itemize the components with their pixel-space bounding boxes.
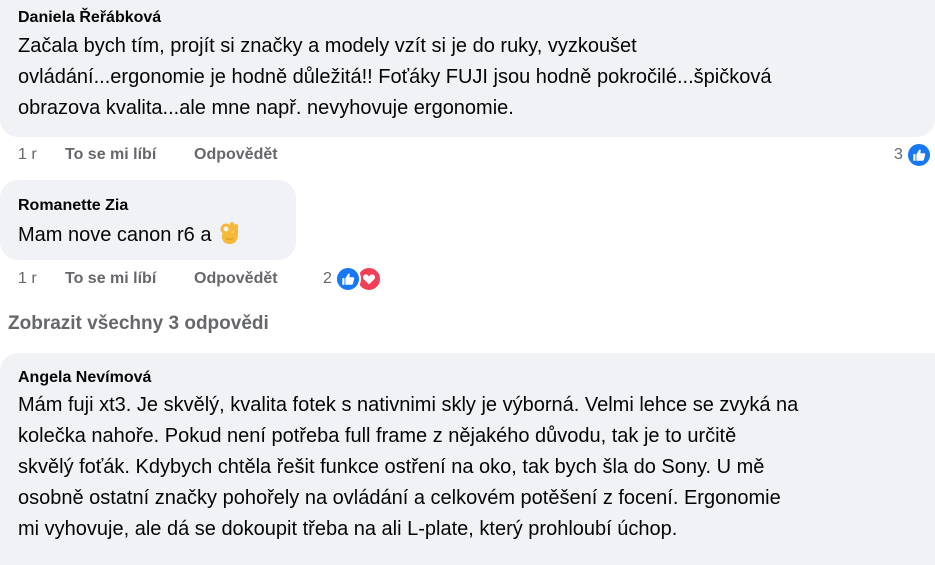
reaction-count: 3 <box>894 146 903 163</box>
comment-author[interactable]: Angela Nevímová <box>18 368 935 388</box>
like-icon <box>334 266 361 292</box>
like-icon <box>905 142 932 168</box>
comment-author[interactable]: Romanette Zia <box>18 196 296 216</box>
like-button[interactable]: To se mi líbí <box>65 268 156 290</box>
comment-timestamp[interactable]: 1 r <box>18 268 37 290</box>
comment-text-line: skvělý foťák. Kdybych chtěla řešit funkc… <box>18 456 765 478</box>
comment-bubble: Angela Nevímová Mám fuji xt3. Je skvělý,… <box>0 353 935 565</box>
reply-button[interactable]: Odpovědět <box>194 144 278 166</box>
reaction-summary[interactable]: 2 <box>323 265 382 293</box>
ok-hand-emoji <box>217 220 241 246</box>
comment-text-line: Mam nove canon r6 a <box>18 224 212 246</box>
comment-text-line: Mám fuji xt3. Je skvělý, kvalita fotek s… <box>18 394 799 416</box>
comment-actions: 1 r To se mi líbí Odpovědět <box>18 268 338 290</box>
comment-bubble: Romanette Zia Mam nove canon r6 a <box>0 180 296 260</box>
comment-text: Mám fuji xt3. Je skvělý, kvalita fotek s… <box>18 390 935 545</box>
comment-text-line: obrazova kvalita...ale mne např. nevyhov… <box>18 97 514 119</box>
view-all-replies-link[interactable]: Zobrazit všechny 3 odpovědi <box>8 311 269 337</box>
comment-text: Mam nove canon r6 a <box>18 220 296 251</box>
comment-text-line: mi vyhovuje, ale dá se dokoupit třeba na… <box>18 518 678 540</box>
comment-author[interactable]: Daniela Řeřábková <box>18 8 935 28</box>
comment-thread: Daniela Řeřábková Začala bych tím, projí… <box>0 0 935 565</box>
comment-timestamp[interactable]: 1 r <box>18 144 37 166</box>
comment-text: Začala bych tím, projít si značky a mode… <box>18 31 935 124</box>
reply-button[interactable]: Odpovědět <box>194 268 278 290</box>
comment-text-line: kolečka nahoře. Pokud není potřeba full … <box>18 425 737 447</box>
reaction-count: 2 <box>323 270 332 287</box>
reaction-summary[interactable]: 3 <box>894 141 932 169</box>
comment-text-line: Začala bych tím, projít si značky a mode… <box>18 35 637 57</box>
comment-bubble: Daniela Řeřábková Začala bych tím, projí… <box>0 0 935 137</box>
like-button[interactable]: To se mi líbí <box>65 144 156 166</box>
comment-actions: 1 r To se mi líbí Odpovědět <box>18 144 338 166</box>
comment-text-line: osobně ostatní značky pohořely na ovládá… <box>18 487 781 509</box>
comment-text-line: ovládání...ergonomie je hodně důležitá!!… <box>18 66 772 88</box>
